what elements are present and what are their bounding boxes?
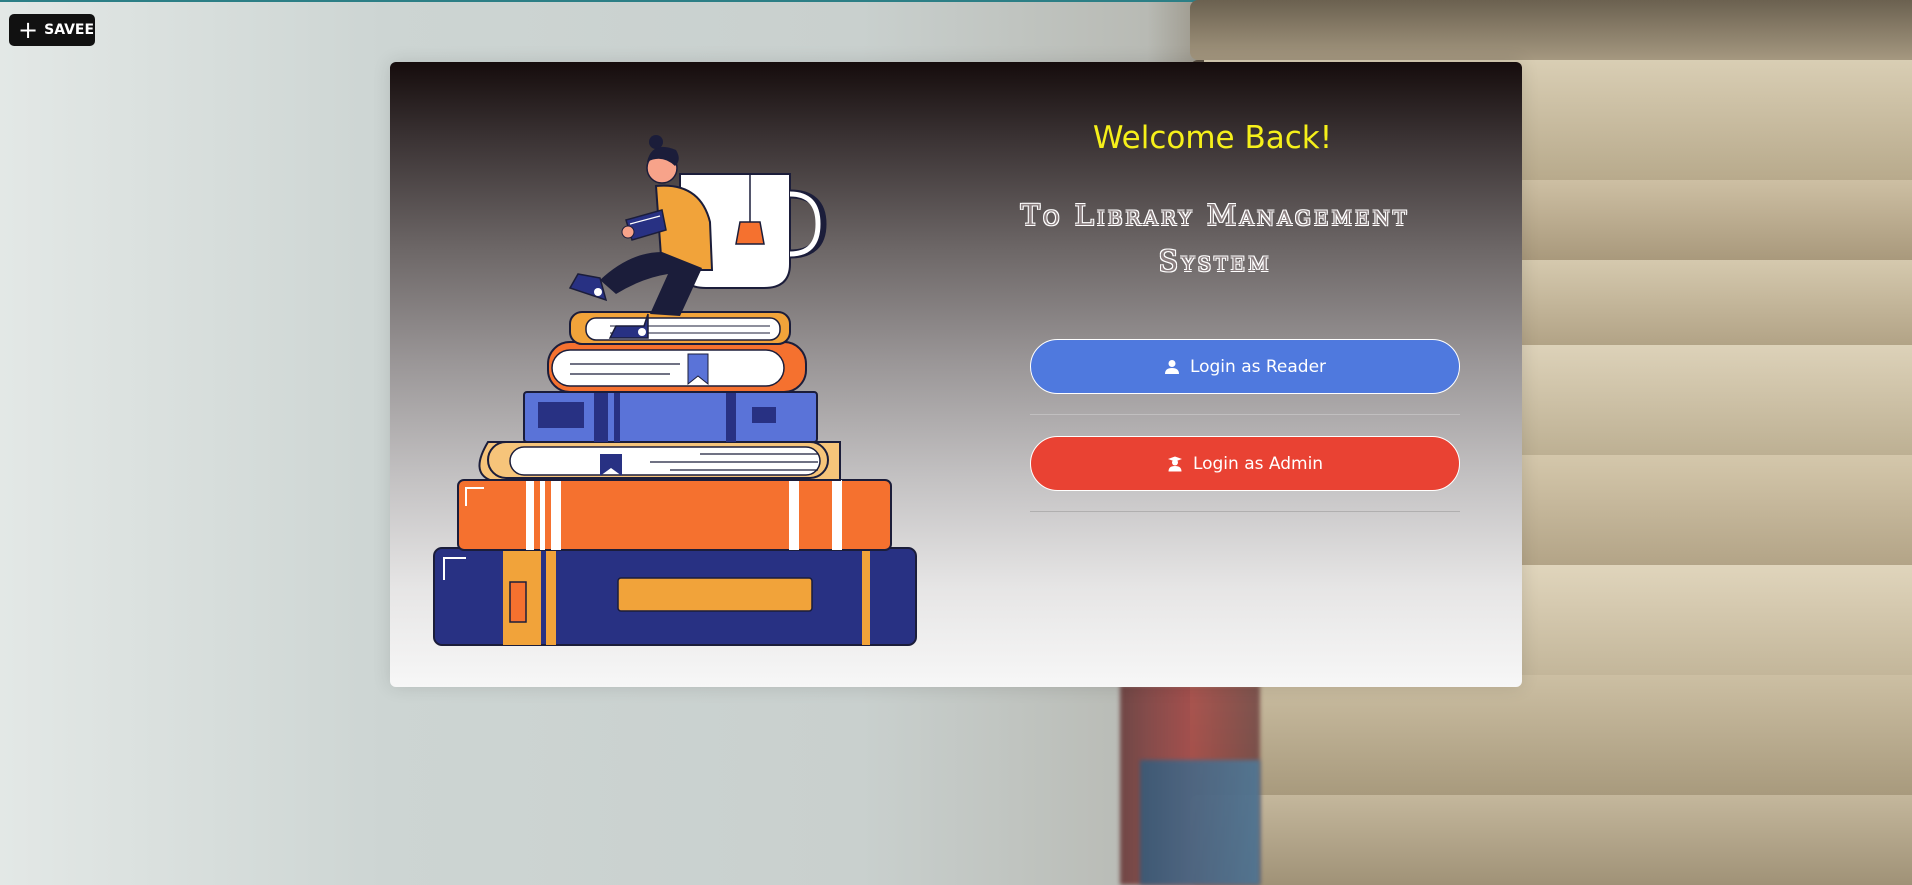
- user-graduate-icon: [1167, 456, 1182, 471]
- divider: [1030, 414, 1460, 415]
- background-blue-book: [1140, 760, 1260, 885]
- savee-button[interactable]: + SAVEE: [9, 14, 95, 46]
- user-icon: [1164, 359, 1179, 374]
- login-reader-label: Login as Reader: [1189, 356, 1327, 377]
- savee-label: SAVEE: [44, 22, 95, 38]
- login-card: Welcome Back! To Library Management Syst…: [390, 62, 1522, 687]
- login-admin-label: Login as Admin: [1192, 453, 1324, 474]
- login-admin-button[interactable]: Login as Admin: [1030, 436, 1460, 491]
- library-books-illustration: [433, 135, 917, 646]
- subtitle-heading: To Library Management System: [1020, 198, 1410, 278]
- welcome-heading: Welcome Back!: [1092, 120, 1333, 156]
- login-reader-button[interactable]: Login as Reader: [1030, 339, 1460, 394]
- plus-icon: +: [18, 16, 39, 44]
- divider: [1030, 511, 1460, 512]
